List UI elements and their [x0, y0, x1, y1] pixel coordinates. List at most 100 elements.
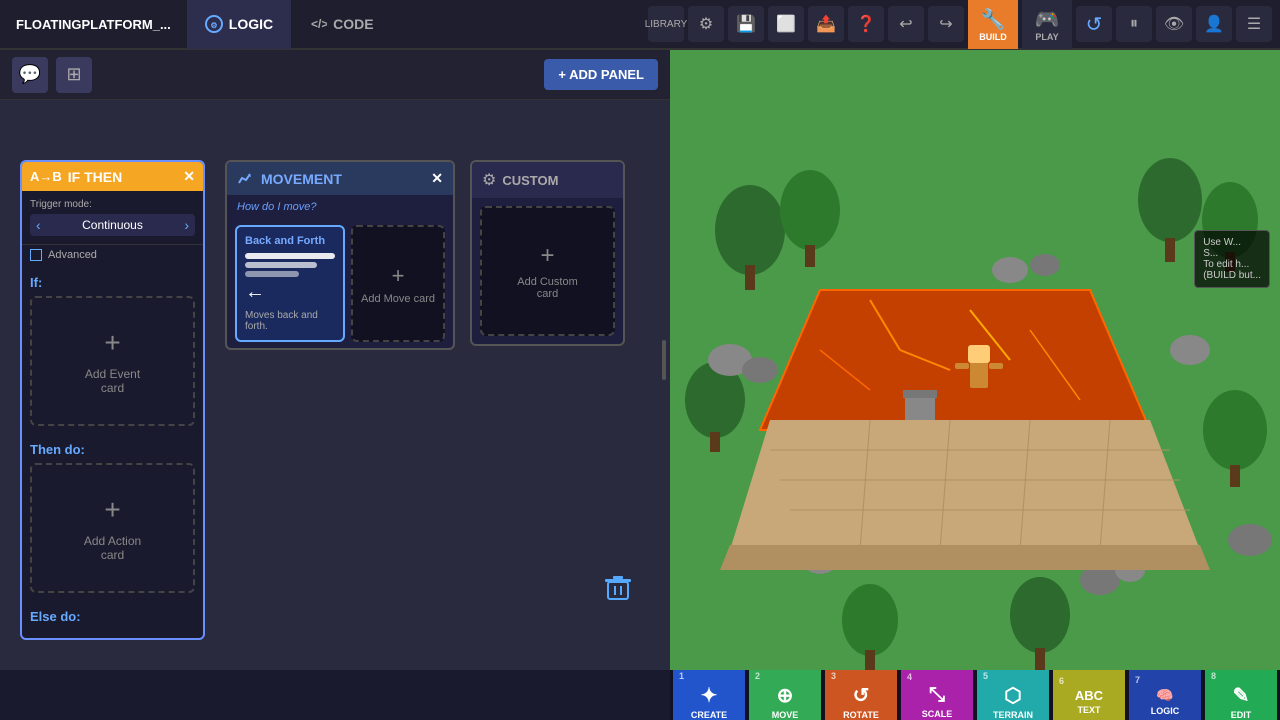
trigger-value: Continuous [82, 218, 143, 232]
if-then-title: IF THEN [68, 169, 177, 185]
tool-rotate[interactable]: 3 ↺ ROTATE [825, 670, 897, 720]
ab-icon: A→B [30, 169, 62, 184]
chat-button[interactable]: 💬 [12, 57, 48, 93]
if-then-close[interactable]: ✕ [183, 168, 195, 185]
help-button[interactable]: ❓ [848, 6, 884, 42]
movement-header: MOVEMENT ✕ [227, 162, 453, 195]
movement-title: MOVEMENT [261, 171, 423, 187]
eye-button[interactable]: 👁 [1156, 6, 1192, 42]
advanced-label: Advanced [48, 249, 97, 261]
code-icon: </> [309, 15, 327, 33]
if-then-header: A→B IF THEN ✕ [22, 162, 203, 191]
movement-subtitle: How do I move? [227, 195, 453, 219]
advanced-checkbox[interactable] [30, 249, 42, 261]
bottom-toolbar: 1 ✦ CREATE 2 ⊕ MOVE 3 ↺ ROTATE 4 ⤡ SCALE… [670, 670, 1280, 720]
left-panel: 💬 ⊞ + ADD PANEL A→B IF THEN ✕ Trigger mo… [0, 50, 670, 670]
svg-text:⚙: ⚙ [210, 21, 217, 30]
add-move-card-button[interactable]: + Add Move card [351, 225, 445, 342]
project-name: FLOATINGPLATFORM_... [0, 17, 187, 32]
edit-icon: ✎ [1233, 683, 1250, 708]
arrow-left-icon: ← [245, 281, 335, 304]
terrain-icon: ⬡ [1004, 683, 1021, 708]
tool-scale[interactable]: 4 ⤡ SCALE [901, 670, 973, 720]
share-button[interactable]: 📤 [808, 6, 844, 42]
tool-move[interactable]: 2 ⊕ MOVE [749, 670, 821, 720]
topbar-right: LIBRARY ⚙ 💾 ⬜ 📤 ❓ ↩ ↪ 🔧 BUILD 🎮 PLAY ↺ ⏸… [648, 0, 1280, 49]
then-section: Then do: + Add Actioncard [22, 434, 203, 601]
movement-chart-icon [237, 171, 253, 187]
logic-tool-icon: 🧠 [1156, 687, 1173, 704]
movement-card-desc: Moves back and forth. [245, 310, 335, 332]
add-action-plus-icon: + [104, 494, 120, 526]
svg-text:</>: </> [311, 17, 327, 31]
add-event-label: Add Eventcard [85, 367, 140, 395]
trigger-mode: Trigger mode: ‹ Continuous › [22, 191, 203, 245]
trigger-next[interactable]: › [184, 217, 189, 233]
focus-button[interactable]: ⊞ [56, 57, 92, 93]
back-and-forth-card[interactable]: Back and Forth ← Moves back and forth. [235, 225, 345, 342]
tooltip-line1: Use W... [1203, 237, 1261, 248]
build-button[interactable]: 🔧 BUILD [968, 0, 1018, 49]
if-section: If: + Add Eventcard [22, 267, 203, 434]
tool-edit[interactable]: 8 ✎ EDIT [1205, 670, 1277, 720]
refresh-button[interactable]: ↺ [1076, 6, 1112, 42]
custom-header: ⚙ CUSTOM [472, 162, 623, 198]
tool-terrain[interactable]: 5 ⬡ TERRAIN [977, 670, 1049, 720]
tooltip-box: Use W... S... To edit h... (BUILD but... [1194, 230, 1270, 288]
advanced-row: Advanced [22, 245, 203, 267]
logic-icon: ⚙ [205, 15, 223, 33]
movement-close[interactable]: ✕ [431, 170, 443, 187]
add-custom-label: Add Customcard [517, 276, 578, 300]
rotate-icon: ↺ [853, 683, 870, 708]
screen-button[interactable]: ⬜ [768, 6, 804, 42]
trash-button[interactable] [596, 566, 640, 610]
add-move-plus-icon: + [392, 263, 405, 289]
gear-icon: ⚙ [482, 170, 496, 190]
menu-button[interactable]: ☰ [1236, 6, 1272, 42]
create-icon: ✦ [701, 683, 718, 708]
text-icon: ABC [1075, 688, 1103, 703]
pause-button[interactable]: ⏸ [1116, 6, 1152, 42]
terrain-svg [670, 50, 1280, 670]
play-button[interactable]: 🎮 PLAY [1022, 0, 1072, 49]
if-then-panel: A→B IF THEN ✕ Trigger mode: ‹ Continuous… [20, 160, 205, 640]
save-button[interactable]: 💾 [728, 6, 764, 42]
custom-panel: ⚙ CUSTOM + Add Customcard [470, 160, 625, 346]
tool-create[interactable]: 1 ✦ CREATE [673, 670, 745, 720]
add-action-card-button[interactable]: + Add Actioncard [30, 463, 195, 593]
tooltip-line4: (BUILD but... [1203, 270, 1261, 281]
movement-card-title: Back and Forth [245, 235, 335, 247]
panel-toolbar: 💬 ⊞ + ADD PANEL [0, 50, 670, 100]
game-view: Use W... S... To edit h... (BUILD but... [670, 50, 1280, 670]
add-action-label: Add Actioncard [84, 534, 141, 562]
movement-panel: MOVEMENT ✕ How do I move? Back and Forth… [225, 160, 455, 350]
then-label: Then do: [30, 442, 195, 457]
trigger-prev[interactable]: ‹ [36, 217, 41, 233]
add-panel-button[interactable]: + ADD PANEL [544, 59, 658, 90]
redo-button[interactable]: ↪ [928, 6, 964, 42]
tooltip-line2: S... [1203, 248, 1261, 259]
trigger-nav: ‹ Continuous › [30, 214, 195, 236]
settings-button[interactable]: ⚙ [688, 6, 724, 42]
tooltip-line3: To edit h... [1203, 259, 1261, 270]
build-wrench-icon: 🔧 [981, 7, 1006, 32]
tool-logic[interactable]: 7 🧠 LOGIC [1129, 670, 1201, 720]
add-event-plus-icon: + [104, 327, 120, 359]
topbar: FLOATINGPLATFORM_... ⚙ LOGIC </> CODE LI… [0, 0, 1280, 50]
movement-arrow-visual [245, 253, 335, 277]
if-label: If: [30, 275, 195, 290]
tab-logic[interactable]: ⚙ LOGIC [187, 0, 291, 49]
add-event-card-button[interactable]: + Add Eventcard [30, 296, 195, 426]
custom-card-area: + Add Customcard [472, 198, 623, 344]
add-custom-plus-icon: + [540, 242, 554, 270]
add-custom-card-button[interactable]: + Add Customcard [480, 206, 615, 336]
library-button[interactable]: LIBRARY [648, 6, 684, 42]
undo-button[interactable]: ↩ [888, 6, 924, 42]
tool-text[interactable]: 6 ABC TEXT [1053, 670, 1125, 720]
add-move-label: Add Move card [361, 293, 435, 305]
else-label: Else do: [30, 609, 195, 624]
profile-button[interactable]: 👤 [1196, 6, 1232, 42]
tab-code[interactable]: </> CODE [291, 0, 391, 49]
trash-icon [604, 574, 632, 602]
trigger-label: Trigger mode: [30, 199, 195, 210]
